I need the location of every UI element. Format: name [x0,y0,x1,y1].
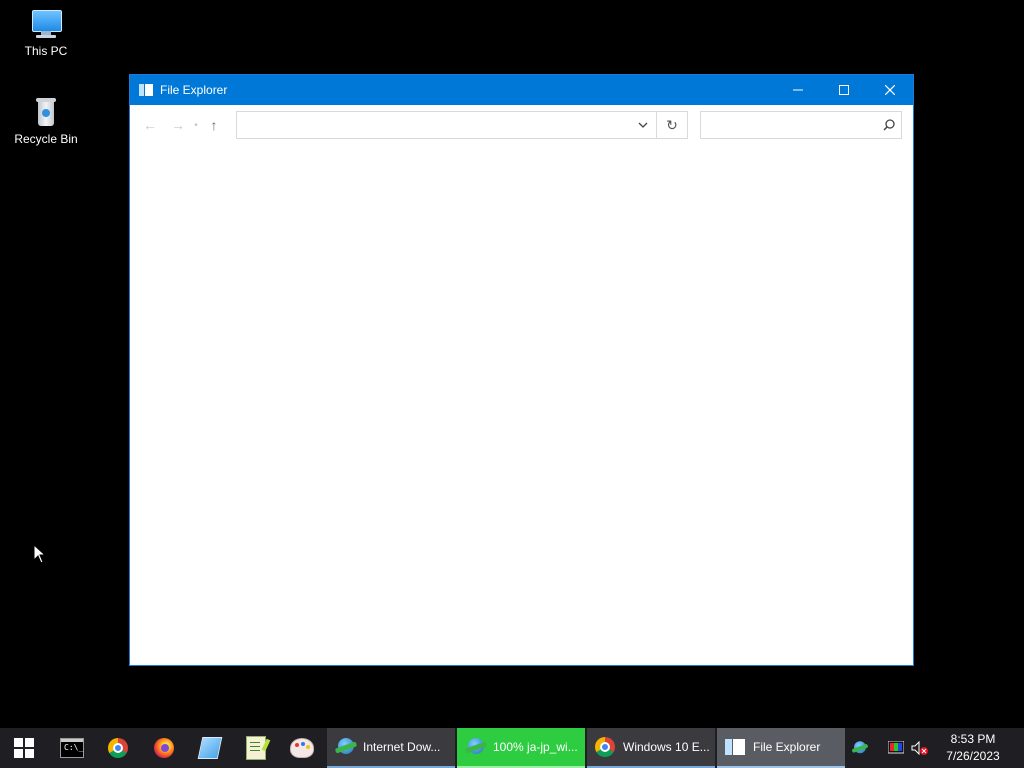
title-bar[interactable]: File Explorer [130,75,913,105]
chrome-icon [595,737,615,757]
pinned-chrome[interactable] [95,728,141,768]
minimize-icon [793,89,803,91]
mouse-cursor-icon [33,544,45,564]
address-dropdown-button[interactable] [630,112,656,138]
back-arrow-icon: ← [143,117,157,133]
tray-idm-button[interactable] [848,728,872,768]
desktop-icon-label: Recycle Bin [14,132,78,146]
system-tray: 8:53 PM 7/26/2023 [848,728,1024,768]
recent-locations-button[interactable]: • [192,120,200,131]
idm-icon [464,737,488,757]
maximize-button[interactable] [821,75,867,105]
command-prompt-icon: C:\_ [60,738,84,758]
display-color-icon [888,741,904,754]
taskbar-item-download-progress[interactable]: 100% ja-jp_wi... [457,728,585,768]
taskbar-item-file-explorer[interactable]: File Explorer [717,728,845,768]
pinned-paint[interactable] [279,728,325,768]
taskbar-item-label: 100% ja-jp_wi... [493,740,578,754]
pinned-firefox[interactable] [141,728,187,768]
refresh-button[interactable]: ↻ [657,111,688,139]
pinned-notepad[interactable] [187,728,233,768]
up-button[interactable]: ↑ [200,111,228,139]
start-button[interactable] [0,728,48,768]
show-desktop-button[interactable] [1014,728,1024,768]
desktop-icon-recycle-bin[interactable]: Recycle Bin [8,96,84,146]
tray-display-button[interactable] [884,728,908,768]
taskbar: C:\_ Internet Dow... 100% ja-jp_wi... Wi… [0,728,1024,768]
address-input[interactable] [237,113,630,137]
forward-arrow-icon: → [171,117,185,133]
idm-icon [851,741,869,756]
close-icon [885,85,895,95]
desktop: This PC Recycle Bin File Explorer ← → • … [0,0,1024,728]
notepad-plus-plus-icon [246,736,266,760]
forward-button[interactable]: → [164,111,192,139]
content-area[interactable] [130,145,913,665]
taskbar-item-label: Windows 10 E... [623,740,710,754]
pinned-notepad-plus-plus[interactable] [233,728,279,768]
pinned-command-prompt[interactable]: C:\_ [49,728,95,768]
taskbar-item-chrome-windows-10[interactable]: Windows 10 E... [587,728,715,768]
recycle-bin-icon [30,96,62,128]
tray-volume-button[interactable] [908,728,932,768]
taskbar-item-label: File Explorer [753,740,821,754]
taskbar-item-label: Internet Dow... [363,740,441,754]
chrome-icon [108,738,128,758]
paint-icon [290,738,314,758]
file-explorer-icon [139,84,153,96]
clock-time: 8:53 PM [950,732,996,746]
minimize-button[interactable] [775,75,821,105]
file-explorer-icon [725,737,745,757]
windows-logo-icon [14,738,34,758]
clock[interactable]: 8:53 PM 7/26/2023 [932,731,1014,765]
desktop-icon-this-pc[interactable]: This PC [8,8,84,58]
close-button[interactable] [867,75,913,105]
this-pc-icon [30,8,62,40]
search-button[interactable] [877,119,901,131]
up-arrow-icon: ↑ [210,117,218,133]
taskbar-item-internet-download-manager[interactable]: Internet Dow... [327,728,455,768]
idm-icon [334,737,358,757]
notepad-icon [197,737,223,759]
firefox-icon [154,738,174,758]
desktop-icon-label: This PC [24,44,68,58]
search-input[interactable] [701,113,877,137]
volume-muted-icon [911,741,928,755]
clock-date: 7/26/2023 [946,749,1000,763]
navigation-toolbar: ← → • ↑ ↻ [130,105,913,145]
address-bar [236,111,657,139]
search-icon [883,119,895,131]
file-explorer-window: File Explorer ← → • ↑ ↻ [129,74,914,666]
back-button[interactable]: ← [136,111,164,139]
refresh-icon: ↻ [666,116,678,133]
window-title: File Explorer [160,83,228,97]
maximize-icon [839,85,849,95]
search-box [700,111,902,139]
chevron-down-icon [638,122,648,128]
